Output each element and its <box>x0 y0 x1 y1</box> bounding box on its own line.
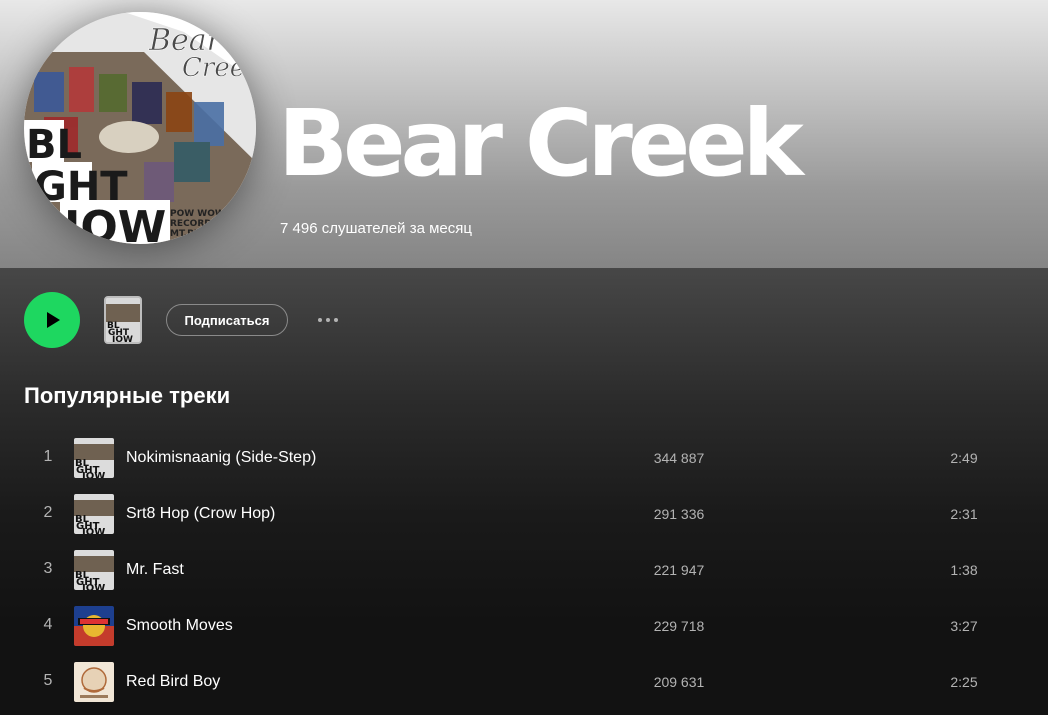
artist-content: BL GHT IOW Подписаться Популярные треки … <box>0 268 1048 715</box>
track-row[interactable]: 1 BL GHT IOW Nokimisnaanig (Side-Step) 344… <box>24 430 1024 486</box>
artist-name: Bear Creek <box>278 90 804 197</box>
svg-text:IOW: IOW <box>112 335 133 342</box>
artist-header: Bear Creek BL GHT IOW POW WOW S RECORDED… <box>0 0 1048 268</box>
popular-tracks-title: Популярные треки <box>24 383 231 408</box>
track-row[interactable]: 5 Red Bird Boy 209 631 2:25 <box>24 654 1024 710</box>
track-duration: 3:27 <box>950 618 978 634</box>
track-title[interactable]: Srt8 Hop (Crow Hop) <box>126 505 275 523</box>
track-cover: BL GHT IOW <box>74 550 114 590</box>
svg-text:IOW: IOW <box>82 471 105 478</box>
track-title[interactable]: Red Bird Boy <box>126 673 220 691</box>
track-plays: 344 887 <box>653 450 705 466</box>
track-list: 1 BL GHT IOW Nokimisnaanig (Side-Step) 344… <box>24 430 1024 710</box>
track-row[interactable]: 4 Smooth Moves 229 718 3:27 <box>24 598 1024 654</box>
track-title[interactable]: Nokimisnaanig (Side-Step) <box>126 449 316 467</box>
avatar-subtitle-2: RECORDED <box>170 219 225 229</box>
avatar-subtitle-3: MT.PLEA <box>170 229 213 239</box>
avatar-subtitle-1: POW WOW S <box>170 209 234 219</box>
track-plays: 229 718 <box>653 618 705 634</box>
svg-text:IOW: IOW <box>82 527 105 534</box>
more-options-button[interactable] <box>310 308 346 332</box>
track-title[interactable]: Mr. Fast <box>126 561 184 579</box>
track-duration: 2:31 <box>950 506 978 522</box>
track-cover <box>74 662 114 702</box>
track-number: 1 <box>43 448 53 465</box>
track-duration: 2:25 <box>950 674 978 690</box>
play-icon <box>47 312 60 328</box>
track-duration: 1:38 <box>950 562 978 578</box>
track-number: 2 <box>43 504 53 521</box>
track-cover: BL GHT IOW <box>74 438 114 478</box>
more-dot-icon <box>334 318 338 322</box>
track-number: 5 <box>43 672 53 689</box>
track-row[interactable]: 3 BL GHT IOW Mr. Fast 221 947 1:38 <box>24 542 1024 598</box>
album-thumbnail[interactable]: BL GHT IOW <box>104 296 142 344</box>
avatar-logo-creek: Creek <box>182 53 256 83</box>
svg-text:IOW: IOW <box>64 202 166 244</box>
track-plays: 291 336 <box>653 506 705 522</box>
track-row[interactable]: 2 BL GHT IOW Srt8 Hop (Crow Hop) 291 336 2… <box>24 486 1024 542</box>
follow-button[interactable]: Подписаться <box>166 304 288 336</box>
track-duration: 2:49 <box>950 450 978 466</box>
monthly-listeners: 7 496 слушателей за месяц <box>280 220 472 237</box>
track-cover <box>74 606 114 646</box>
svg-text:IOW: IOW <box>82 583 105 590</box>
track-plays: 221 947 <box>653 562 705 578</box>
more-dot-icon <box>326 318 330 322</box>
play-button[interactable] <box>24 292 80 348</box>
track-plays: 209 631 <box>653 674 705 690</box>
svg-text:BL: BL <box>26 122 82 168</box>
track-number: 3 <box>43 560 53 577</box>
track-title[interactable]: Smooth Moves <box>126 617 233 635</box>
artist-avatar: Bear Creek BL GHT IOW POW WOW S RECORDED… <box>24 12 256 244</box>
track-cover: BL GHT IOW <box>74 494 114 534</box>
track-number: 4 <box>43 616 53 633</box>
more-dot-icon <box>318 318 322 322</box>
